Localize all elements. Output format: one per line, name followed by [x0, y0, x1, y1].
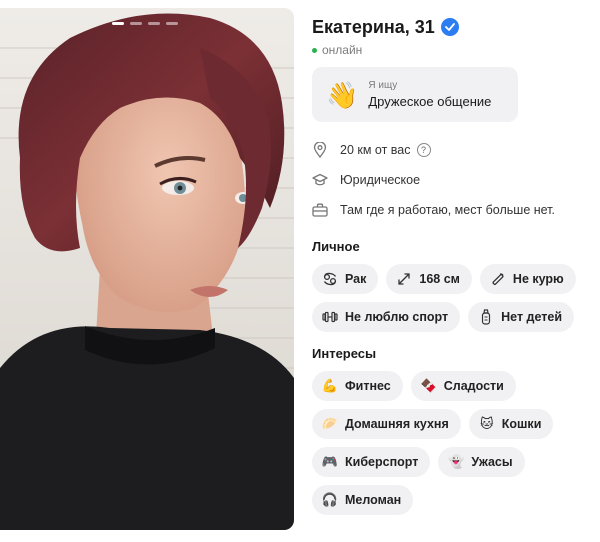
portrait-image: [0, 8, 294, 530]
profile-name: Екатерина, 31: [312, 16, 435, 37]
looking-for-label: Я ищу: [368, 80, 398, 91]
chip-interest-label: Домашняя кухня: [345, 417, 449, 431]
chip-height-label: 168 см: [419, 272, 460, 286]
cat-face-icon: 🐱: [479, 416, 494, 431]
gamepad-icon: 🎮: [321, 454, 339, 469]
chip-interest-cats: 🐱 Кошки: [468, 409, 554, 439]
online-status: онлайн: [312, 43, 592, 57]
photo-pagination: [112, 22, 178, 25]
fact-education: Юридическое: [312, 165, 592, 195]
chip-children-label: Нет детей: [501, 310, 563, 324]
chip-smoking: Не курю: [479, 264, 576, 294]
photo-page-dot[interactable]: [112, 22, 124, 25]
location-pin-icon: [312, 142, 328, 158]
chip-zodiac: Рак: [312, 264, 379, 294]
profile-info: Екатерина, 31 онлайн 👋 Я ищу Дружеское о…: [312, 14, 592, 515]
briefcase-icon: [312, 202, 328, 218]
waving-hand-icon: 👋: [326, 79, 359, 110]
photo-page-dot[interactable]: [166, 22, 178, 25]
chip-smoking-label: Не курю: [512, 272, 564, 286]
chip-interest-home-cooking: 🥟 Домашняя кухня: [312, 409, 461, 439]
chip-sport: Не люблю спорт: [312, 302, 461, 332]
online-dot-icon: [312, 47, 317, 53]
chip-interest-horror: 👻 Ужасы: [438, 447, 525, 477]
zodiac-icon: [322, 271, 338, 287]
chip-interest-label: Ужасы: [471, 455, 513, 469]
chip-children: Нет детей: [468, 302, 575, 332]
chip-zodiac-label: Рак: [345, 272, 367, 286]
interests-section-title: Интересы: [312, 346, 377, 361]
flatbread-icon: 🥟: [321, 416, 339, 431]
fact-work-text: Там где я работаю, мест больше нет.: [340, 203, 555, 217]
fact-education-text: Юридическое: [340, 173, 421, 187]
fact-distance-text: 20 км от вас: [340, 143, 411, 157]
baby-bottle-icon: [478, 309, 494, 325]
ghost-icon: 👻: [448, 454, 465, 469]
help-icon[interactable]: ?: [416, 143, 431, 157]
looking-for-card: 👋 Я ищу Дружеское общение: [312, 67, 518, 122]
photo-page-dot[interactable]: [148, 22, 160, 25]
chip-interest-music: 🎧 Меломан: [312, 485, 414, 515]
status-text: онлайн: [322, 43, 363, 57]
chip-interest-sweets: 🍫 Сладости: [410, 371, 516, 401]
graduation-cap-icon: [312, 172, 328, 188]
profile-photo[interactable]: [0, 8, 294, 530]
personal-section-title: Личное: [312, 239, 360, 254]
chip-height: 168 см: [386, 264, 472, 294]
personal-chips: Рак 168 см Не курю Не люблю спорт Нет де…: [312, 264, 592, 332]
cigarette-icon: [490, 271, 506, 287]
chip-interest-fitness: 💪 Фитнес: [312, 371, 403, 401]
chip-interest-label: Фитнес: [345, 379, 391, 393]
height-arrows-icon: [396, 271, 412, 287]
chip-interest-esports: 🎮 Киберспорт: [312, 447, 431, 477]
fact-work: Там где я работаю, мест больше нет.: [312, 195, 592, 225]
chip-interest-label: Сладости: [443, 379, 504, 393]
chip-sport-label: Не люблю спорт: [345, 310, 449, 324]
photo-page-dot[interactable]: [130, 22, 142, 25]
profile-facts: 20 км от вас ? Юридическое Там где я раб…: [312, 135, 592, 225]
interest-chips: 💪 Фитнес 🍫 Сладости 🥟 Домашняя кухня 🐱 К…: [312, 371, 592, 515]
verified-badge-icon: [440, 18, 459, 36]
chip-interest-label: Меломан: [345, 493, 402, 507]
fact-distance: 20 км от вас ?: [312, 135, 592, 165]
dumbbell-icon: [322, 309, 338, 325]
looking-for-value: Дружеское общение: [368, 94, 492, 109]
headphones-icon: 🎧: [321, 492, 339, 507]
chip-interest-label: Киберспорт: [345, 455, 419, 469]
flexed-biceps-icon: 💪: [321, 378, 339, 393]
chip-interest-label: Кошки: [501, 417, 542, 431]
chocolate-icon: 🍫: [420, 378, 437, 393]
